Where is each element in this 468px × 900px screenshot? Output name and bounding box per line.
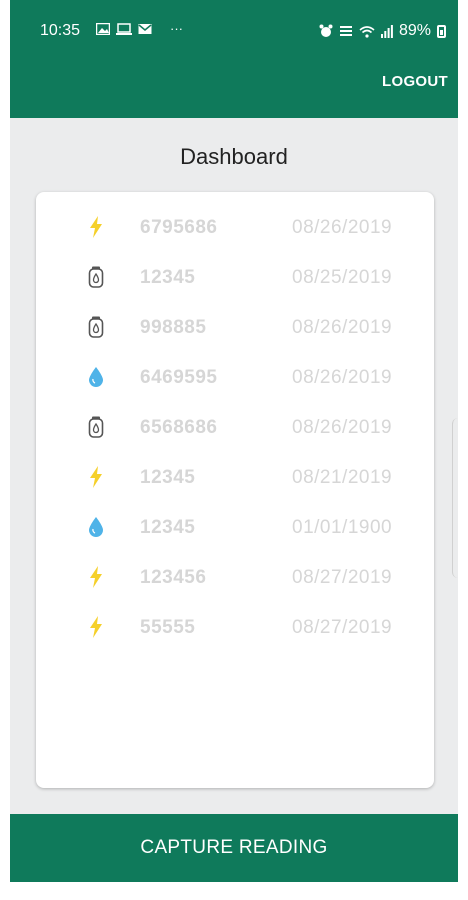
app-header: 10:35 ··· 89% LOGOUT <box>10 0 458 118</box>
status-icons-right: 89% <box>319 22 446 40</box>
scrollbar-edge[interactable] <box>452 418 458 578</box>
reading-row[interactable]: 6795686 08/26/2019 <box>36 213 434 263</box>
reading-date: 01/01/1900 <box>292 517 393 538</box>
mail-icon <box>138 23 152 34</box>
lightning-icon <box>86 565 106 589</box>
reading-value: 55555 <box>140 617 196 638</box>
reading-value: 12345 <box>140 467 196 488</box>
reading-date: 08/26/2019 <box>292 317 393 338</box>
reading-value: 123456 <box>140 567 207 588</box>
gas-meter-icon <box>86 265 106 289</box>
image-icon <box>96 22 110 35</box>
cell-signal-icon <box>380 24 393 38</box>
water-drop-icon <box>86 365 106 389</box>
status-icons-left: ··· <box>96 22 183 35</box>
alarm-icon <box>319 24 333 37</box>
more-notifications-icon: ··· <box>170 21 183 36</box>
battery-icon <box>437 24 446 38</box>
gas-meter-icon <box>86 315 106 339</box>
battery-percent: 89% <box>398 22 431 39</box>
laptop-icon <box>116 22 132 35</box>
reading-value: 6795686 <box>140 217 218 238</box>
gas-meter-icon <box>86 415 106 439</box>
reading-date: 08/27/2019 <box>292 567 393 588</box>
reading-row[interactable]: 6469595 08/26/2019 <box>36 363 434 413</box>
reading-date: 08/27/2019 <box>292 617 393 638</box>
reading-row[interactable]: 12345 08/21/2019 <box>36 463 434 513</box>
signal-text-icon <box>339 26 352 36</box>
reading-row[interactable]: 998885 08/26/2019 <box>36 313 434 363</box>
readings-list[interactable]: 6795686 08/26/2019 12345 08/25/2019 998885 08… <box>36 192 434 788</box>
reading-value: 998885 <box>140 317 207 338</box>
reading-row[interactable]: 12345 01/01/1900 <box>36 513 434 563</box>
status-bar: 10:35 ··· 89% <box>10 0 458 39</box>
reading-date: 08/21/2019 <box>292 467 393 488</box>
wifi-icon <box>359 25 375 38</box>
reading-date: 08/26/2019 <box>292 367 393 388</box>
lightning-icon <box>86 465 106 489</box>
capture-reading-button[interactable]: CAPTURE READING <box>10 814 458 882</box>
status-time: 10:35 <box>40 22 81 39</box>
page-title: Dashboard <box>180 144 288 169</box>
reading-date: 08/25/2019 <box>292 267 393 288</box>
capture-reading-label: CAPTURE READING <box>140 837 328 858</box>
water-drop-icon <box>86 515 106 539</box>
reading-date: 08/26/2019 <box>292 217 393 238</box>
reading-row[interactable]: 123456 08/27/2019 <box>36 563 434 613</box>
reading-row[interactable]: 55555 08/27/2019 <box>36 613 434 663</box>
reading-value: 6568686 <box>140 417 218 438</box>
reading-row[interactable]: 6568686 08/26/2019 <box>36 413 434 463</box>
reading-value: 12345 <box>140 517 196 538</box>
reading-row[interactable]: 12345 08/25/2019 <box>36 263 434 313</box>
lightning-icon <box>86 215 106 239</box>
logout-button[interactable]: LOGOUT <box>382 73 448 90</box>
reading-value: 12345 <box>140 267 196 288</box>
reading-date: 08/26/2019 <box>292 417 393 438</box>
lightning-icon <box>86 615 106 639</box>
reading-value: 6469595 <box>140 367 218 388</box>
main-content: Dashboard 6795686 08/26/2019 12345 08/25/20… <box>10 118 458 814</box>
